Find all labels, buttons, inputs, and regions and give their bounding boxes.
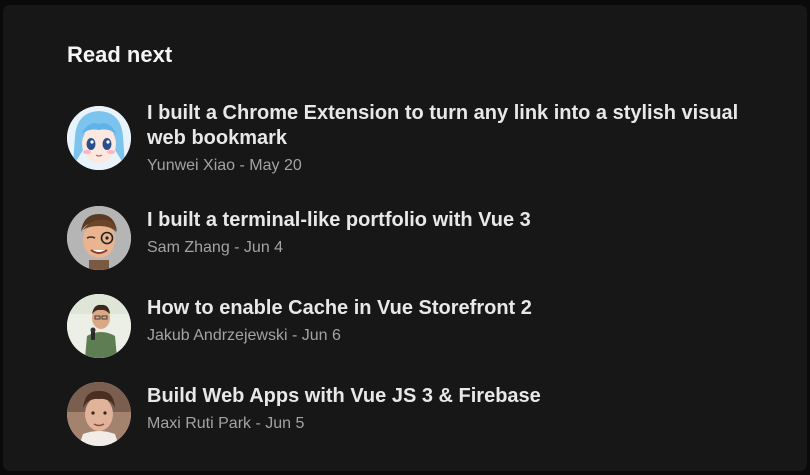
article-title[interactable]: How to enable Cache in Vue Storefront 2	[147, 296, 757, 321]
read-next-heading: Read next	[67, 42, 173, 67]
article-item[interactable]: How to enable Cache in Vue Storefront 2 …	[67, 294, 757, 366]
article-meta: Maxi Ruti Park - Jun 5	[147, 415, 305, 432]
article-text: Build Web Apps with Vue JS 3 & Firebase …	[147, 384, 757, 434]
article-title[interactable]: I built a Chrome Extension to turn any l…	[147, 101, 757, 151]
article-title[interactable]: I built a terminal-like portfolio with V…	[147, 208, 757, 233]
portrait-avatar-icon[interactable]	[67, 382, 131, 446]
article-meta: Yunwei Xiao - May 20	[147, 157, 302, 174]
memoji-avatar-icon[interactable]	[67, 206, 131, 270]
article-title[interactable]: Build Web Apps with Vue JS 3 & Firebase	[147, 384, 757, 409]
read-next-panel: Read next I built a Chrome Extension to …	[3, 5, 807, 471]
anime-avatar-icon[interactable]	[67, 106, 131, 170]
article-text: How to enable Cache in Vue Storefront 2 …	[147, 296, 757, 346]
article-text: I built a Chrome Extension to turn any l…	[147, 101, 757, 176]
article-item[interactable]: I built a terminal-like portfolio with V…	[67, 206, 757, 278]
article-meta: Jakub Andrzejewski - Jun 6	[147, 327, 341, 344]
speaker-photo-avatar-icon[interactable]	[67, 294, 131, 358]
article-item[interactable]: I built a Chrome Extension to turn any l…	[67, 101, 757, 181]
article-item[interactable]: Build Web Apps with Vue JS 3 & Firebase …	[67, 382, 757, 454]
article-meta: Sam Zhang - Jun 4	[147, 239, 284, 256]
article-text: I built a terminal-like portfolio with V…	[147, 208, 757, 258]
